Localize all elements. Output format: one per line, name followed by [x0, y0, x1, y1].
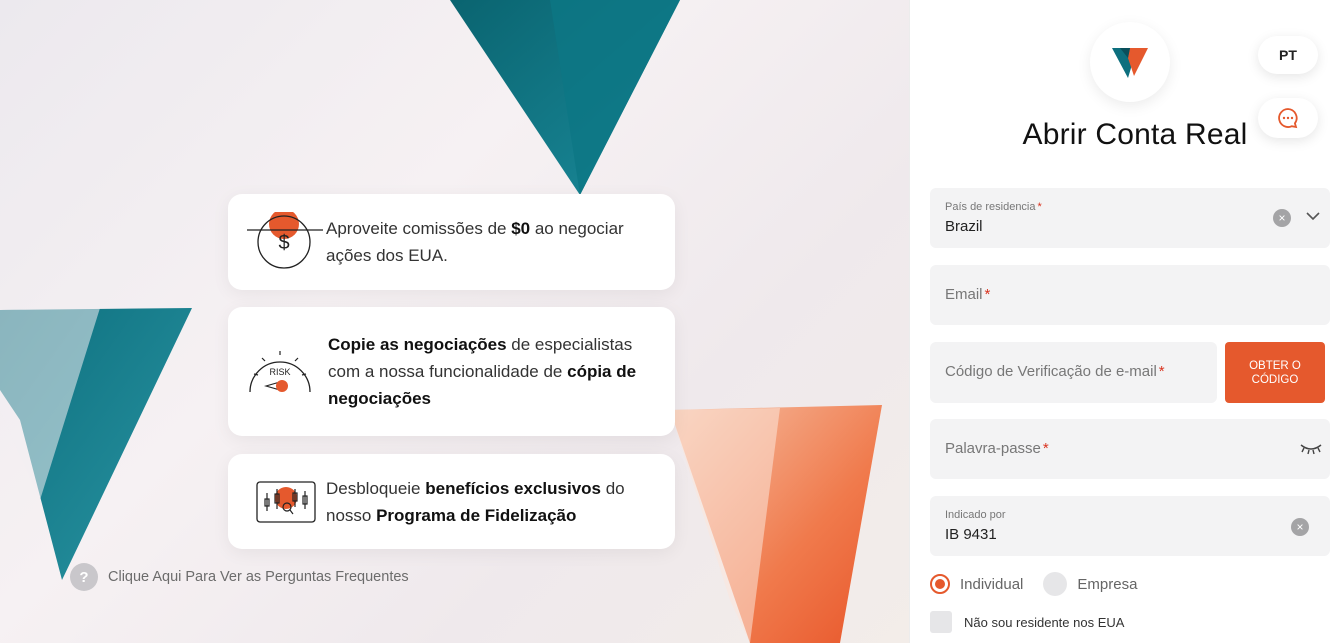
faq-link[interactable]: ? Clique Aqui Para Ver as Perguntas Freq… [70, 563, 409, 591]
password-placeholder: Palavra-passe * [945, 440, 1049, 457]
question-icon: ? [70, 563, 98, 591]
signup-panel: PT Abrir Conta Real País de residencia * … [909, 0, 1336, 643]
svg-text:$: $ [278, 232, 289, 254]
country-label: País de residencia * [945, 201, 1042, 213]
promo-text: Copie as negociações de especialistas co… [328, 335, 637, 408]
get-code-button[interactable]: OBTER O CÓDIGO [1225, 342, 1325, 403]
promo-panel: $ Aproveite comissões de $0 ao negociar … [0, 0, 909, 643]
non-us-resident-checkbox[interactable]: Não sou residente nos EUA [930, 611, 1124, 633]
eye-closed-icon[interactable] [1300, 443, 1322, 455]
faq-link-text[interactable]: Clique Aqui Para Ver as Perguntas Freque… [108, 569, 409, 585]
loyalty-chart-icon [246, 472, 326, 532]
brand-logo [1090, 22, 1170, 102]
promo-card-loyalty: Desbloqueie benefícios exclusivos do nos… [228, 454, 675, 549]
referral-field[interactable]: Indicado por IB 9431 × [930, 496, 1330, 556]
non-us-label: Não sou residente nos EUA [964, 614, 1125, 630]
country-value: Brazil [945, 218, 983, 235]
checkbox[interactable] [930, 611, 952, 633]
clear-icon[interactable]: × [1291, 518, 1309, 536]
clear-icon[interactable]: × [1273, 209, 1291, 227]
promo-text: Desbloqueie benefícios exclusivos do nos… [326, 478, 625, 525]
referral-value: IB 9431 [945, 526, 997, 543]
svg-text:RISK: RISK [269, 367, 290, 377]
decorative-teal-shape-top [450, 0, 680, 195]
referral-label: Indicado por [945, 509, 1006, 521]
email-field[interactable]: Email * [930, 265, 1330, 325]
radio-company[interactable]: Empresa [1043, 572, 1137, 596]
code-placeholder: Código de Verificação de e-mail * [945, 363, 1165, 380]
email-placeholder: Email * [945, 286, 991, 303]
promo-text: Aproveite comissões de $0 ao negociar aç… [326, 219, 624, 265]
promo-card-copy-trading: RISK Copie as negociações de especialist… [228, 307, 675, 436]
verification-code-field[interactable]: Código de Verificação de e-mail * [930, 342, 1217, 403]
dollar-icon: $ [246, 212, 326, 272]
language-selector[interactable]: PT [1258, 36, 1318, 74]
radio-selected-icon[interactable] [930, 574, 950, 594]
individual-label: Individual [960, 575, 1024, 593]
logo-icon [1112, 48, 1148, 78]
risk-gauge-icon: RISK [240, 342, 320, 402]
decorative-orange-shape [670, 405, 882, 643]
chevron-down-icon[interactable] [1306, 212, 1320, 222]
company-label: Empresa [1077, 575, 1138, 593]
country-select[interactable]: País de residencia * Brazil × [930, 188, 1330, 248]
account-type-group: Individual Empresa [930, 572, 1137, 596]
radio-individual[interactable]: Individual [930, 574, 1023, 594]
radio-unselected-icon[interactable] [1043, 572, 1068, 596]
password-field[interactable]: Palavra-passe * [930, 419, 1330, 479]
decorative-teal-shape-left [0, 308, 192, 580]
promo-card-zero-commission: $ Aproveite comissões de $0 ao negociar … [228, 194, 675, 290]
page-title: Abrir Conta Real [1022, 118, 1248, 151]
